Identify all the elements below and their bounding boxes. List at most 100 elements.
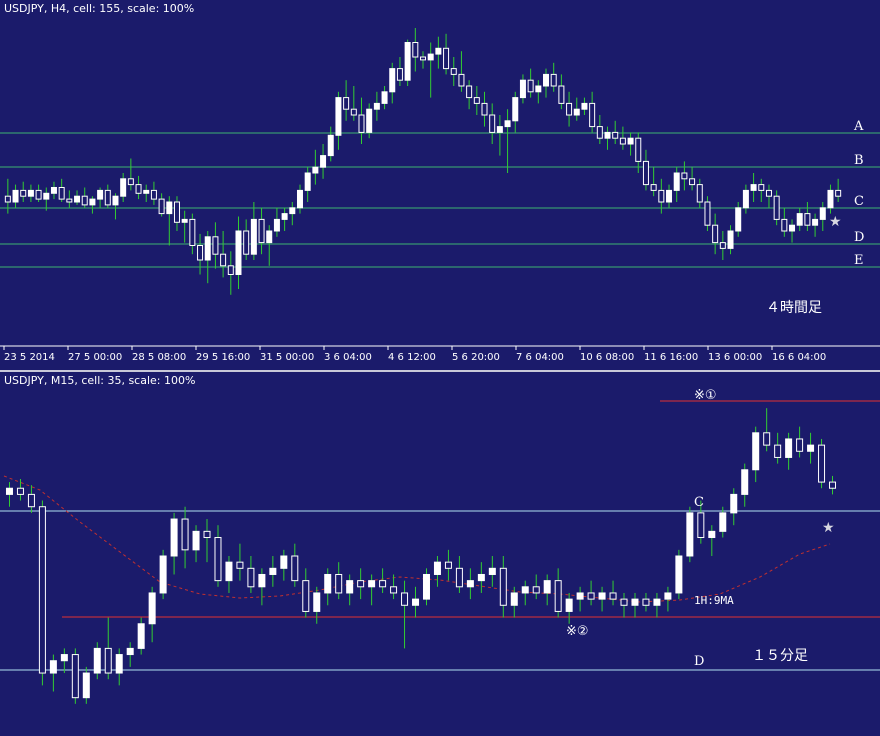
- candle-up: [112, 195, 119, 206]
- candle-up: [50, 187, 57, 194]
- candle-down: [773, 195, 780, 220]
- candle-up: [258, 573, 266, 588]
- candle-up: [389, 68, 396, 93]
- candle-down: [642, 160, 649, 186]
- candle-up: [192, 530, 200, 551]
- candle-up: [250, 218, 257, 255]
- candle-up: [273, 218, 280, 232]
- candle-down: [20, 189, 27, 197]
- candle-up: [664, 592, 672, 600]
- candle-down: [804, 213, 811, 226]
- candle-down: [243, 230, 250, 255]
- candle-up: [708, 530, 716, 539]
- candle-up: [335, 97, 342, 136]
- candle-up: [166, 201, 173, 215]
- candle-down: [173, 201, 180, 223]
- candle-up: [719, 512, 727, 532]
- candle-up: [82, 672, 90, 699]
- candle-down: [829, 481, 837, 489]
- candle-down: [350, 108, 357, 116]
- candle-up: [159, 555, 167, 594]
- candle-down: [71, 654, 79, 699]
- candle-up: [170, 518, 178, 557]
- candle-up: [368, 580, 376, 588]
- candle-down: [27, 493, 35, 508]
- candle-up: [519, 79, 526, 99]
- x-tick-label: 7 6 04:00: [516, 352, 564, 363]
- candle-down: [763, 432, 771, 446]
- candle-down: [181, 518, 189, 551]
- candle-down: [554, 580, 562, 612]
- candle-down: [302, 580, 310, 612]
- candle-down: [696, 184, 703, 203]
- candle-down: [227, 265, 234, 275]
- ma-line: [3, 475, 831, 603]
- h4-chart-canvas: A B C DE ★ ４時間足 23 5 2014 27 5 00:00 28 5 08:00 2…: [0, 28, 880, 363]
- candle-up: [225, 561, 233, 582]
- candle-up: [433, 561, 441, 575]
- x-tick-label: 16 6 04:00: [772, 352, 826, 363]
- candle-up: [598, 592, 606, 600]
- candle-up: [74, 195, 81, 203]
- x-tick-label: 31 5 00:00: [260, 352, 314, 363]
- x-tick-label: 23 5 2014: [4, 352, 55, 363]
- candle-up: [346, 580, 354, 594]
- candle-up: [289, 207, 296, 215]
- candle-down: [566, 102, 573, 116]
- candle-up: [235, 230, 242, 275]
- candle-up: [741, 469, 749, 495]
- candle-down: [635, 137, 642, 162]
- candle-up: [785, 438, 793, 458]
- candle-up: [604, 131, 611, 139]
- candle-down: [596, 126, 603, 139]
- candle-up: [97, 189, 104, 200]
- candle-down: [489, 114, 496, 133]
- candle-down: [150, 189, 157, 200]
- level-label-b: B: [854, 153, 864, 168]
- candle-down: [712, 224, 719, 244]
- candle-up: [381, 91, 388, 104]
- candle-down: [473, 97, 480, 104]
- candle-up: [27, 189, 34, 197]
- candle-up: [750, 184, 757, 191]
- candle-up: [666, 189, 673, 203]
- candle-up: [504, 120, 511, 128]
- m15-chart-panel[interactable]: ※① ※② C D 1H:9MA １５分足 ★ USDJPY, M15, cell: 35,…: [0, 372, 880, 736]
- candle-down: [550, 73, 557, 87]
- x-tick-label: 5 6 20:00: [452, 352, 500, 363]
- candle-down: [774, 444, 782, 458]
- level-label-d: D: [854, 230, 864, 245]
- candle-up: [742, 189, 749, 209]
- candle-down: [203, 530, 211, 539]
- candle-down: [401, 592, 409, 606]
- candle-up: [730, 493, 738, 514]
- candle-down: [587, 592, 595, 600]
- timeframe-label: １５分足: [752, 648, 808, 664]
- m15-chart-title: USDJPY, M15, cell: 35, scale: 100%: [4, 374, 196, 387]
- candle-up: [727, 230, 734, 249]
- candle-up: [819, 207, 826, 220]
- candle-up: [115, 654, 123, 674]
- candle-down: [236, 561, 244, 569]
- candle-down: [197, 245, 204, 261]
- candle-up: [312, 166, 319, 174]
- candle-up: [752, 432, 760, 471]
- candle-up: [827, 189, 834, 209]
- candle-up: [89, 198, 96, 206]
- candle-down: [527, 79, 534, 93]
- candle-down: [835, 189, 842, 197]
- candle-down: [58, 187, 65, 200]
- candle-down: [450, 68, 457, 75]
- h4-chart-panel[interactable]: A B C D E ★ ４時間足 23 5 2014 27 5 00:00 28 5 08:00 2…: [0, 0, 880, 370]
- candle-up: [404, 42, 411, 81]
- candle-down: [291, 555, 299, 582]
- candle-up: [466, 580, 474, 588]
- candle-down: [104, 189, 111, 206]
- candle-up: [93, 647, 101, 674]
- candle-down: [650, 184, 657, 191]
- candle-up: [204, 236, 211, 261]
- candle-up: [296, 189, 303, 209]
- candle-down: [158, 198, 165, 215]
- candle-up: [789, 224, 796, 232]
- candle-down: [396, 68, 403, 81]
